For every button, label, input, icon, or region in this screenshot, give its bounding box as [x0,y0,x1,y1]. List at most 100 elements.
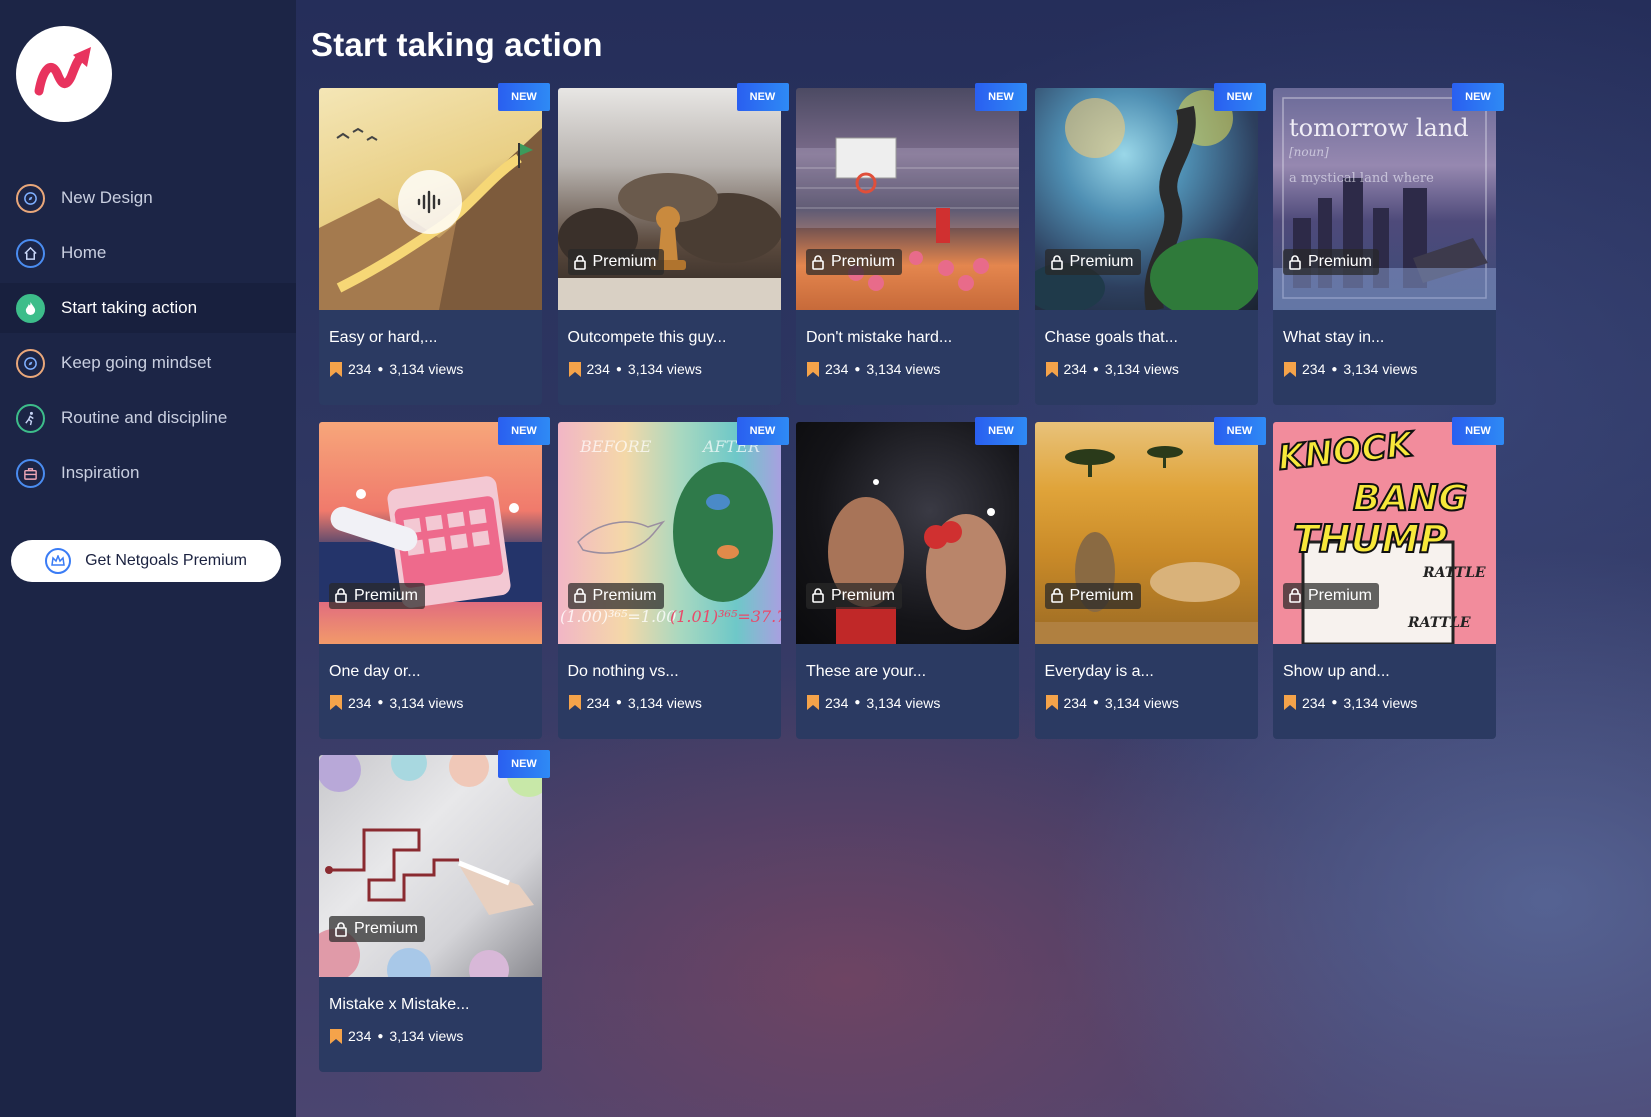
lock-icon [812,588,824,603]
bookmark-icon [1284,361,1296,377]
card-thumbnail [1034,421,1258,644]
thump-text: THUMP [1293,517,1447,561]
get-premium-button[interactable]: Get Netgoals Premium [11,540,281,582]
card-thumbnail [796,88,1019,310]
separator-dot: ● [615,697,622,708]
new-badge: NEW [498,83,550,111]
content-card[interactable]: tomorrow land [noun] a mystical land whe… [1273,83,1504,405]
new-badge: NEW [498,750,550,778]
bookmark-icon [330,1028,342,1044]
sidebar-item-label: Inspiration [61,463,140,482]
content-card[interactable]: NEW Premium These are your... 234 ● 3,13… [796,416,1027,739]
premium-tag: Premium [329,582,426,609]
save-count: 234 [825,694,849,711]
sidebar-item-routine-and-discipline[interactable]: Routine and discipline [0,393,296,443]
content-card[interactable]: NEW Premium Everyday is a... 234 ● 3,134… [1034,416,1266,739]
rattle-text-1: RATTLE [1422,565,1486,581]
separator-dot: ● [854,363,861,375]
new-badge: NEW [1452,83,1504,111]
before-after-birds: BEFORE AFTER (1.00)³⁶⁵=1.00 (1.01)³⁶⁵=37… [560,437,781,626]
page-title: Start taking action [311,26,603,63]
separator-dot: ● [377,363,384,375]
knock-text: KNOCK [1276,424,1417,478]
bookmark-icon [330,695,342,710]
lock-icon [1289,588,1301,603]
card-thumbnail: KNOCK BANG THUMP RATTLE RATTLE [1273,421,1496,644]
card-thumbnail: tomorrow land [noun] a mystical land whe… [1273,88,1496,310]
netgoals-logo[interactable] [16,26,112,122]
view-count: 3,134 views [627,694,702,711]
save-count: 234 [1063,694,1087,711]
sidebar-item-label: New Design [61,188,153,207]
sidebar-item-start-taking-action[interactable]: Start taking action [0,283,296,333]
content-card[interactable]: NEW Premium Don't mistake hard... 234 ● … [796,83,1027,405]
card-meta: 234 ● 3,134 views [1045,694,1179,711]
basketball-court [796,137,1019,291]
card-meta: 234 ● 3,134 views [1045,361,1179,377]
lock-icon [335,921,347,937]
noun-text: [noun] [1289,145,1329,159]
audio-play-button[interactable] [398,170,462,234]
mystical-text: a mystical land where [1289,171,1434,186]
comic-knock-bang: KNOCK BANG THUMP RATTLE RATTLE [1275,423,1486,644]
lock-icon [573,254,586,270]
premium-label: Premium [592,586,657,604]
separator-dot: ● [615,363,622,375]
premium-label: Premium [354,586,419,604]
view-count: 3,134 views [1104,361,1179,377]
separator-dot: ● [377,697,384,708]
lock-icon [1050,588,1063,603]
sidebar-item-home[interactable]: Home [0,228,296,278]
separator-dot: ● [854,697,861,708]
new-badge: NEW [1213,416,1266,445]
sidebar-item-new-design[interactable]: New Design [0,173,296,223]
chess-pieces [557,173,781,310]
save-count: 234 [1063,361,1087,377]
formula-left-text: (1.00)³⁶⁵=1.00 [560,607,676,626]
premium-tag: Premium [806,249,903,275]
card-meta: 234 ● 3,134 views [807,361,940,377]
sidebar-item-inspiration[interactable]: Inspiration [0,448,296,498]
content-card[interactable]: BEFORE AFTER (1.00)³⁶⁵=1.00 (1.01)³⁶⁵=37… [557,416,789,739]
tomorrow-land-city: tomorrow land [noun] a mystical land whe… [1273,97,1496,310]
separator-dot: ● [1092,697,1099,708]
sidebar-item-label: Keep going mindset [61,353,212,372]
sidebar-item-label: Home [61,243,107,262]
maze-drawing [319,755,542,977]
content-card[interactable]: NEW Premium Mistake x Mistake... 234 ● 3… [319,750,550,1072]
premium-label: Premium [1069,253,1134,270]
view-count: 3,134 views [389,1028,464,1044]
card-thumbnail [557,88,781,310]
spiral-tower-fantasy [1034,90,1258,310]
premium-label: Premium [1069,586,1134,604]
view-count: 3,134 views [866,361,941,377]
bookmark-icon [568,361,581,377]
content-card[interactable]: NEW Premium Chase goals that... 234 ● 3,… [1034,83,1266,405]
card-thumbnail [1034,88,1258,310]
content-card[interactable]: NEW Premium One day or... 234 ● 3,134 vi… [319,416,550,739]
content-card[interactable]: KNOCK BANG THUMP RATTLE RATTLE NEW Premi… [1273,416,1504,739]
premium-tag: Premium [1283,249,1380,275]
card-grid: NEW Easy or hard,... 234 ● 3,134 views N… [319,83,1504,1072]
rattle-text-2: RATTLE [1407,615,1471,631]
briefcase-icon [16,458,45,488]
sidebar-item-keep-going-mindset[interactable]: Keep going mindset [0,338,296,388]
save-count: 234 [348,1028,372,1044]
content-card[interactable]: NEW Easy or hard,... 234 ● 3,134 views [319,83,550,405]
view-count: 3,134 views [1343,694,1418,711]
card-thumbnail [319,88,542,310]
save-count: 234 [1302,361,1326,377]
bookmark-icon [568,695,581,710]
separator-dot: ● [1092,363,1099,375]
bang-text: BANG [1353,478,1468,519]
view-count: 3,134 views [1104,694,1179,711]
new-badge: NEW [975,83,1027,111]
new-badge: NEW [975,416,1027,445]
premium-label: Premium [354,920,419,937]
save-count: 234 [586,361,610,377]
content-card[interactable]: NEW Premium Outcompete this guy... 234 ●… [557,83,789,405]
sidebar: New Design Home Start taking action Keep… [0,0,296,1117]
new-badge: NEW [736,83,789,111]
card-title: Do nothing vs... [567,662,679,680]
boxers [828,478,1006,644]
